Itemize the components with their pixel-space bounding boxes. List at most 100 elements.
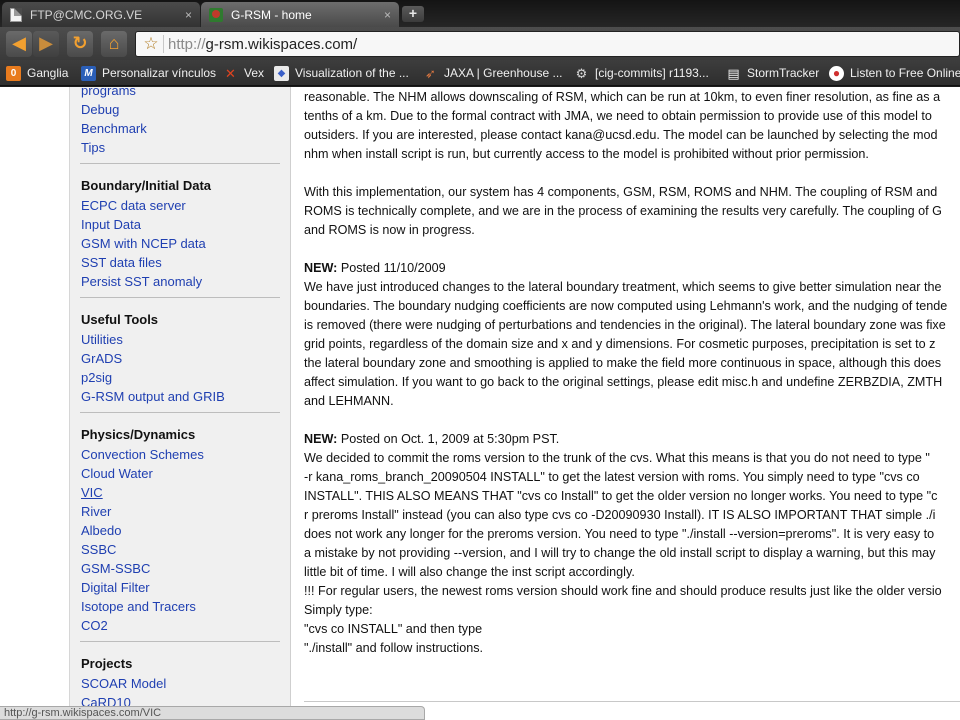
text-line: We have just introduced changes to the l… bbox=[304, 280, 942, 294]
reload-button[interactable]: ↻ bbox=[67, 31, 93, 57]
url-host: g-rsm.wikispaces.com/ bbox=[205, 36, 358, 53]
sidebar-link-scoar-model[interactable]: SCOAR Model bbox=[81, 676, 166, 691]
back-button[interactable]: ◀ bbox=[6, 31, 32, 57]
toolbar: ◀ ▶ ↻ ⌂ ☆ http://g-rsm.wikispaces.com/ bbox=[0, 27, 960, 60]
sidebar-link-gsm-ssbc[interactable]: GSM-SSBC bbox=[81, 561, 150, 576]
text-line: reasonable. The NHM allows downscaling o… bbox=[304, 90, 941, 104]
sidebar-divider bbox=[80, 163, 280, 164]
sidebar-link-co2[interactable]: CO2 bbox=[81, 618, 108, 633]
home-button[interactable]: ⌂ bbox=[101, 31, 127, 57]
text-line: "cvs co INSTALL" and then type bbox=[304, 622, 483, 636]
bookmark-label: Vex bbox=[244, 66, 265, 80]
content-divider bbox=[304, 701, 960, 702]
sidebar-link-isotope-tracers[interactable]: Isotope and Tracers bbox=[81, 599, 196, 614]
text-line: the lateral boundary zone and smoothing … bbox=[304, 356, 942, 370]
sidebar-link-grads[interactable]: GrADS bbox=[81, 351, 122, 366]
rocket-icon: ➶ bbox=[425, 65, 436, 81]
sidebar-navigation: programs Debug Benchmark Tips Boundary/I… bbox=[69, 87, 291, 720]
ganglia-icon: 0 bbox=[6, 65, 21, 81]
sidebar-link-p2sig[interactable]: p2sig bbox=[81, 370, 112, 385]
bookmark-label: Ganglia bbox=[27, 66, 69, 80]
text-line: a mistake by not providing --version, an… bbox=[304, 546, 936, 560]
text-line: r preroms Install" instead (you can also… bbox=[304, 508, 936, 522]
sidebar-link-tips[interactable]: Tips bbox=[81, 140, 105, 155]
tab-strip: FTP@CMC.ORG.VE × G-RSM - home × + bbox=[0, 0, 960, 27]
sidebar-link-ecpc-data-server[interactable]: ECPC data server bbox=[81, 198, 186, 213]
close-icon[interactable]: × bbox=[185, 8, 192, 22]
bookmark-label: StormTracker bbox=[747, 66, 820, 80]
sidebar-divider bbox=[80, 412, 280, 413]
sidebar-link-programs[interactable]: programs bbox=[81, 87, 136, 98]
sidebar-heading-projects: Projects bbox=[81, 656, 133, 671]
tab-ftp[interactable]: FTP@CMC.ORG.VE × bbox=[2, 2, 200, 27]
tab-g-rsm-home[interactable]: G-RSM - home × bbox=[201, 2, 399, 27]
main-content: reasonable. The NHM allows downscaling o… bbox=[304, 87, 960, 720]
text-line: little bit of time. I will also change t… bbox=[304, 565, 635, 579]
sidebar-link-utilities[interactable]: Utilities bbox=[81, 332, 123, 347]
bookmark-personalizar-vinculos[interactable]: M Personalizar vínculos bbox=[81, 64, 216, 82]
sidebar-heading-physics: Physics/Dynamics bbox=[81, 427, 196, 442]
new-label: NEW: bbox=[304, 261, 338, 275]
forward-button[interactable]: ▶ bbox=[33, 31, 59, 57]
web-page: programs Debug Benchmark Tips Boundary/I… bbox=[0, 87, 960, 720]
new-tab-button[interactable]: + bbox=[402, 6, 424, 22]
bookmark-stormtracker[interactable]: ▤ StormTracker bbox=[726, 64, 819, 82]
text-line: INSTALL". THIS ALSO MEANS THAT "cvs co I… bbox=[304, 489, 938, 503]
sidebar-link-vic[interactable]: VIC bbox=[81, 485, 103, 500]
sidebar-link-ssbc[interactable]: SSBC bbox=[81, 542, 116, 557]
bookmark-label: JAXA | Greenhouse ... bbox=[444, 66, 563, 80]
bookmark-label: Visualization of the ... bbox=[295, 66, 409, 80]
bookmark-cig-commits[interactable]: ⚙ [cig-commits] r1193... bbox=[574, 64, 709, 82]
text-line: grid points, regardless of the domain si… bbox=[304, 337, 936, 351]
gear-icon: ⚙ bbox=[575, 65, 588, 81]
text-line: is removed (there were nudging of pertur… bbox=[304, 318, 946, 332]
text-line: affect simulation. If you want to go bac… bbox=[304, 375, 943, 389]
sidebar-link-digital-filter[interactable]: Digital Filter bbox=[81, 580, 150, 595]
sidebar-link-g-rsm-output-grib[interactable]: G-RSM output and GRIB bbox=[81, 389, 225, 404]
sidebar-divider bbox=[80, 297, 280, 298]
sidebar-link-river[interactable]: River bbox=[81, 504, 111, 519]
sidebar-heading-boundary: Boundary/Initial Data bbox=[81, 178, 212, 193]
sidebar-link-cloud-water[interactable]: Cloud Water bbox=[81, 466, 153, 481]
post-date: Posted on Oct. 1, 2009 at 5:30pm PST. bbox=[337, 432, 560, 446]
sidebar-link-benchmark[interactable]: Benchmark bbox=[81, 121, 147, 136]
url-scheme: http:// bbox=[168, 36, 206, 53]
close-icon[interactable]: × bbox=[384, 8, 391, 22]
status-bar: http://g-rsm.wikispaces.com/VIC bbox=[0, 706, 425, 720]
bookmark-vex[interactable]: ✕ Vex bbox=[223, 64, 264, 82]
address-bar[interactable]: ☆ http://g-rsm.wikispaces.com/ bbox=[135, 31, 960, 57]
sidebar-link-input-data[interactable]: Input Data bbox=[81, 217, 141, 232]
bookmark-jaxa[interactable]: ➶ JAXA | Greenhouse ... bbox=[423, 64, 563, 82]
sidebar-link-sst-data-files[interactable]: SST data files bbox=[81, 255, 162, 270]
text-line: !!! For regular users, the newest roms v… bbox=[304, 584, 942, 598]
bookmark-star-icon[interactable]: ☆ bbox=[140, 34, 162, 54]
bookmark-listen-free-online[interactable]: ● Listen to Free Online... bbox=[829, 64, 960, 82]
sidebar-link-albedo[interactable]: Albedo bbox=[81, 523, 121, 538]
new-label: NEW: bbox=[304, 432, 338, 446]
page-icon bbox=[10, 7, 22, 22]
bookmark-visualization[interactable]: ◆ Visualization of the ... bbox=[274, 64, 409, 82]
text-line: ROMS is technically complete, and we are… bbox=[304, 204, 942, 218]
msn-icon: M bbox=[81, 65, 96, 81]
text-line: We decided to commit the roms version to… bbox=[304, 451, 930, 465]
news-heading: NEW: Posted on Oct. 1, 2009 at 5:30pm PS… bbox=[304, 432, 559, 446]
sidebar-link-gsm-ncep[interactable]: GSM with NCEP data bbox=[81, 236, 206, 251]
text-line: -r kana_roms_branch_20090504 INSTALL" to… bbox=[304, 470, 920, 484]
text-line: and ROMS is now in progress. bbox=[304, 223, 475, 237]
text-line: boundaries. The boundary nudging coeffic… bbox=[304, 299, 948, 313]
text-line: and LEHMANN. bbox=[304, 394, 394, 408]
bookmark-label: Personalizar vínculos bbox=[102, 66, 217, 80]
text-line: outsiders. If you are interested, please… bbox=[304, 128, 938, 142]
visualization-icon: ◆ bbox=[274, 65, 289, 81]
sidebar-link-persist-sst[interactable]: Persist SST anomaly bbox=[81, 274, 202, 289]
sidebar-link-convection-schemes[interactable]: Convection Schemes bbox=[81, 447, 204, 462]
url-text[interactable]: http://g-rsm.wikispaces.com/ bbox=[168, 36, 357, 53]
forward-arrow-icon: ▶ bbox=[39, 33, 53, 53]
vex-icon: ✕ bbox=[225, 65, 236, 81]
tab-label: G-RSM - home bbox=[231, 7, 312, 22]
sidebar-divider bbox=[80, 641, 280, 642]
sidebar-link-debug[interactable]: Debug bbox=[81, 102, 119, 117]
text-line: Simply type: bbox=[304, 603, 373, 617]
bookmark-ganglia[interactable]: 0 Ganglia bbox=[6, 64, 68, 82]
text-line: "./install" and follow instructions. bbox=[304, 641, 484, 655]
